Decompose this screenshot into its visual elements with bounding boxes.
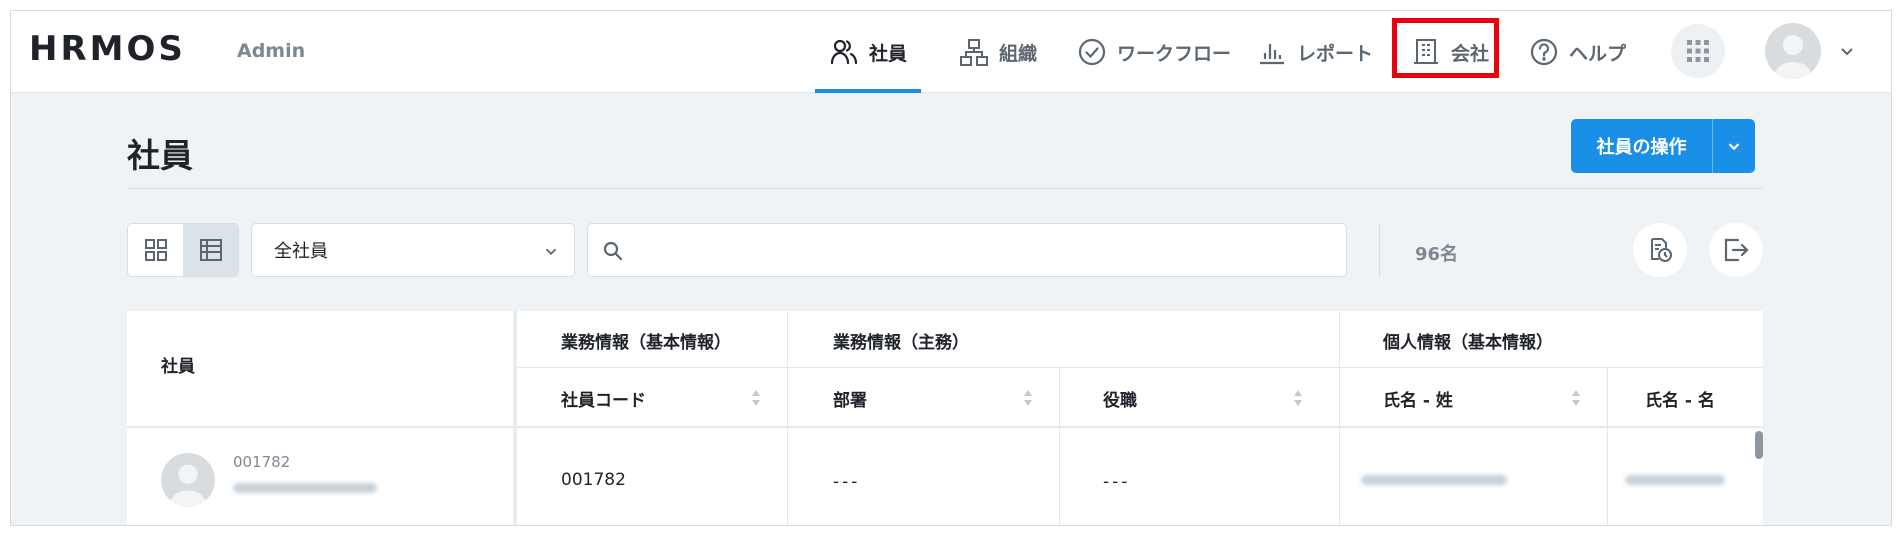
column-header-position[interactable]: 役職	[1103, 383, 1137, 413]
page-title: 社員	[127, 136, 193, 175]
chevron-down-icon[interactable]	[1837, 41, 1857, 61]
person-silhouette-icon	[1773, 35, 1813, 79]
employee-avatar[interactable]	[161, 453, 215, 507]
employee-table: 社員 業務情報（基本情報） 業務情報（主務） 個人情報（基本情報） 社員コード …	[127, 311, 1763, 525]
export-icon	[1724, 238, 1749, 262]
table-view-button[interactable]	[183, 224, 238, 276]
history-button[interactable]	[1633, 223, 1687, 277]
search-box	[587, 223, 1347, 277]
nav-label: 社員	[869, 42, 908, 65]
column-header-employee-code[interactable]: 社員コード	[561, 383, 646, 413]
chevron-down-icon	[1728, 143, 1740, 151]
search-input[interactable]	[632, 234, 1332, 266]
org-chart-icon	[960, 39, 988, 66]
vertical-scrollbar[interactable]	[1755, 431, 1763, 459]
search-icon	[603, 241, 623, 261]
column-header-last-name[interactable]: 氏名 - 姓	[1383, 383, 1453, 413]
user-avatar[interactable]	[1765, 23, 1821, 79]
divider	[1059, 367, 1060, 525]
grid-icon	[1687, 40, 1709, 62]
table-view-icon	[199, 239, 222, 261]
blurred-last-name	[1361, 475, 1507, 485]
cell-employee-code: 001782	[561, 470, 626, 490]
export-button[interactable]	[1709, 223, 1763, 277]
divider	[1379, 223, 1380, 277]
nav-label: ワークフロー	[1117, 42, 1232, 65]
logo[interactable]: HRMOS	[29, 29, 186, 69]
nav-item-organization[interactable]: 組織	[959, 11, 1037, 93]
check-circle-icon	[1078, 38, 1106, 66]
app-window: HRMOS Admin 社員 組織 ワークフロー レポート 会社 ヘルプ 社員 …	[10, 10, 1892, 526]
sort-icon[interactable]	[1571, 389, 1581, 407]
divider	[787, 311, 788, 525]
person-silhouette-icon	[168, 464, 208, 507]
divider	[1339, 311, 1340, 525]
bar-chart-icon	[1260, 44, 1284, 65]
sort-icon[interactable]	[1023, 389, 1033, 407]
sort-icon[interactable]	[1293, 389, 1303, 407]
employee-actions-dropdown[interactable]	[1713, 119, 1755, 173]
nav-item-workflow[interactable]: ワークフロー	[1077, 11, 1231, 93]
blurred-employee-name	[233, 483, 377, 493]
admin-label: Admin	[237, 40, 306, 62]
employee-filter-value: 全社員	[274, 241, 328, 262]
nav-label: 組織	[999, 42, 1038, 65]
employee-actions-button[interactable]: 社員の操作	[1571, 119, 1755, 173]
chevron-down-icon	[545, 248, 557, 255]
document-clock-icon	[1651, 238, 1672, 262]
employee-count: 96名	[1415, 244, 1459, 265]
grid-view-button[interactable]	[128, 224, 183, 276]
header-bottom-border	[127, 426, 1763, 428]
apps-menu-button[interactable]	[1671, 24, 1725, 78]
cell-position: ---	[1103, 472, 1131, 492]
divider	[517, 367, 1763, 368]
top-header: HRMOS Admin 社員 組織 ワークフロー レポート 会社 ヘルプ	[11, 11, 1891, 93]
highlight-box	[1392, 18, 1499, 78]
nav-item-report[interactable]: レポート	[1257, 11, 1373, 93]
column-group-header: 業務情報（主務）	[833, 332, 969, 353]
nav-item-employees[interactable]: 社員	[814, 11, 922, 93]
nav-label: レポート	[1297, 42, 1374, 65]
column-header-employee: 社員	[161, 356, 195, 377]
employee-filter-select[interactable]: 全社員	[251, 223, 575, 277]
people-icon	[830, 39, 858, 65]
column-header-department[interactable]: 部署	[833, 383, 867, 413]
divider	[127, 188, 1763, 189]
nav-item-help[interactable]: ヘルプ	[1529, 11, 1626, 93]
grid-view-icon	[144, 239, 167, 261]
view-toggle	[127, 223, 239, 277]
cell-department: ---	[833, 472, 861, 492]
column-group-header: 業務情報（基本情報）	[561, 332, 731, 353]
column-header-first-name[interactable]: 氏名 - 名	[1645, 383, 1715, 413]
column-group-header: 個人情報（基本情報）	[1383, 332, 1553, 353]
divider	[1607, 367, 1608, 525]
help-circle-icon	[1530, 38, 1558, 66]
sort-icon[interactable]	[751, 389, 761, 407]
blurred-first-name	[1625, 475, 1725, 485]
employee-actions-label[interactable]: 社員の操作	[1571, 119, 1713, 173]
frozen-column-divider	[513, 311, 517, 525]
employee-code-small[interactable]: 001782	[233, 451, 290, 473]
nav-label: ヘルプ	[1569, 42, 1627, 65]
